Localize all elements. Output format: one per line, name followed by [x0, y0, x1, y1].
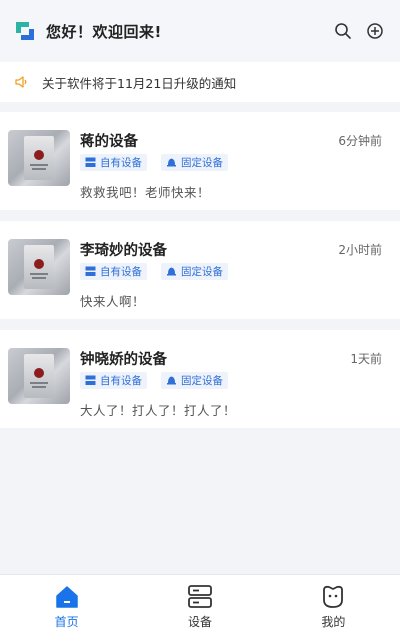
- tab-devices[interactable]: 设备: [133, 575, 266, 636]
- tab-profile[interactable]: 我的: [267, 575, 400, 636]
- tag-label: 固定设备: [181, 266, 223, 278]
- device-card[interactable]: 蒋的设备 6分钟前 自有设备 固定设备 救救我吧！老师快来！: [0, 112, 400, 210]
- server-icon: [85, 375, 96, 385]
- tag-fixed-device: 固定设备: [161, 263, 228, 280]
- greeting-title: 您好！欢迎回来!: [46, 22, 162, 41]
- notice-bar[interactable]: 关于软件将于11月21日升级的通知: [0, 62, 400, 102]
- tab-label: 设备: [187, 615, 212, 629]
- device-name: 钟晓娇的设备: [80, 352, 167, 368]
- tag-label: 自有设备: [100, 375, 142, 387]
- tag-label: 自有设备: [100, 266, 142, 278]
- plus-circle-icon[interactable]: [364, 20, 386, 42]
- device-message: 快来人啊！: [80, 294, 146, 309]
- app-logo: [14, 20, 36, 42]
- device-time: 2小时前: [338, 243, 382, 257]
- bottom-tab-bar: 首页 设备 我的: [0, 574, 400, 636]
- device-name: 李琦妙的设备: [80, 243, 167, 259]
- profile-icon: [319, 584, 347, 610]
- device-name: 蒋的设备: [80, 134, 138, 150]
- notice-text: 关于软件将于11月21日升级的通知: [42, 75, 237, 91]
- device-card[interactable]: 钟晓娇的设备 1天前 自有设备 固定设备 大人了！打人了！打人了！: [0, 330, 400, 428]
- device-thumbnail: [8, 130, 70, 186]
- tag-own-device: 自有设备: [80, 154, 147, 171]
- speaker-icon: [14, 73, 32, 91]
- server-icon: [186, 584, 214, 610]
- device-thumbnail: [8, 348, 70, 404]
- bell-icon: [167, 376, 176, 385]
- bell-icon: [167, 267, 176, 276]
- tab-home[interactable]: 首页: [0, 575, 133, 636]
- device-time: 6分钟前: [338, 134, 382, 148]
- tag-label: 固定设备: [181, 157, 223, 169]
- device-thumbnail: [8, 239, 70, 295]
- server-icon: [85, 157, 96, 167]
- tag-label: 自有设备: [100, 157, 142, 169]
- device-card[interactable]: 李琦妙的设备 2小时前 自有设备 固定设备 快来人啊！: [0, 221, 400, 319]
- bell-icon: [167, 158, 176, 167]
- device-time: 1天前: [350, 352, 382, 366]
- server-icon: [85, 266, 96, 276]
- tag-own-device: 自有设备: [80, 372, 147, 389]
- tab-label: 首页: [54, 615, 79, 629]
- tag-label: 固定设备: [181, 375, 223, 387]
- tag-fixed-device: 固定设备: [161, 154, 228, 171]
- tag-own-device: 自有设备: [80, 263, 147, 280]
- search-icon[interactable]: [332, 20, 354, 42]
- device-message: 救救我吧！老师快来！: [80, 185, 211, 200]
- tag-fixed-device: 固定设备: [161, 372, 228, 389]
- device-message: 大人了！打人了！打人了！: [80, 403, 237, 418]
- app-header: 您好！欢迎回来!: [0, 0, 400, 62]
- home-icon: [53, 584, 81, 610]
- tab-label: 我的: [321, 615, 346, 629]
